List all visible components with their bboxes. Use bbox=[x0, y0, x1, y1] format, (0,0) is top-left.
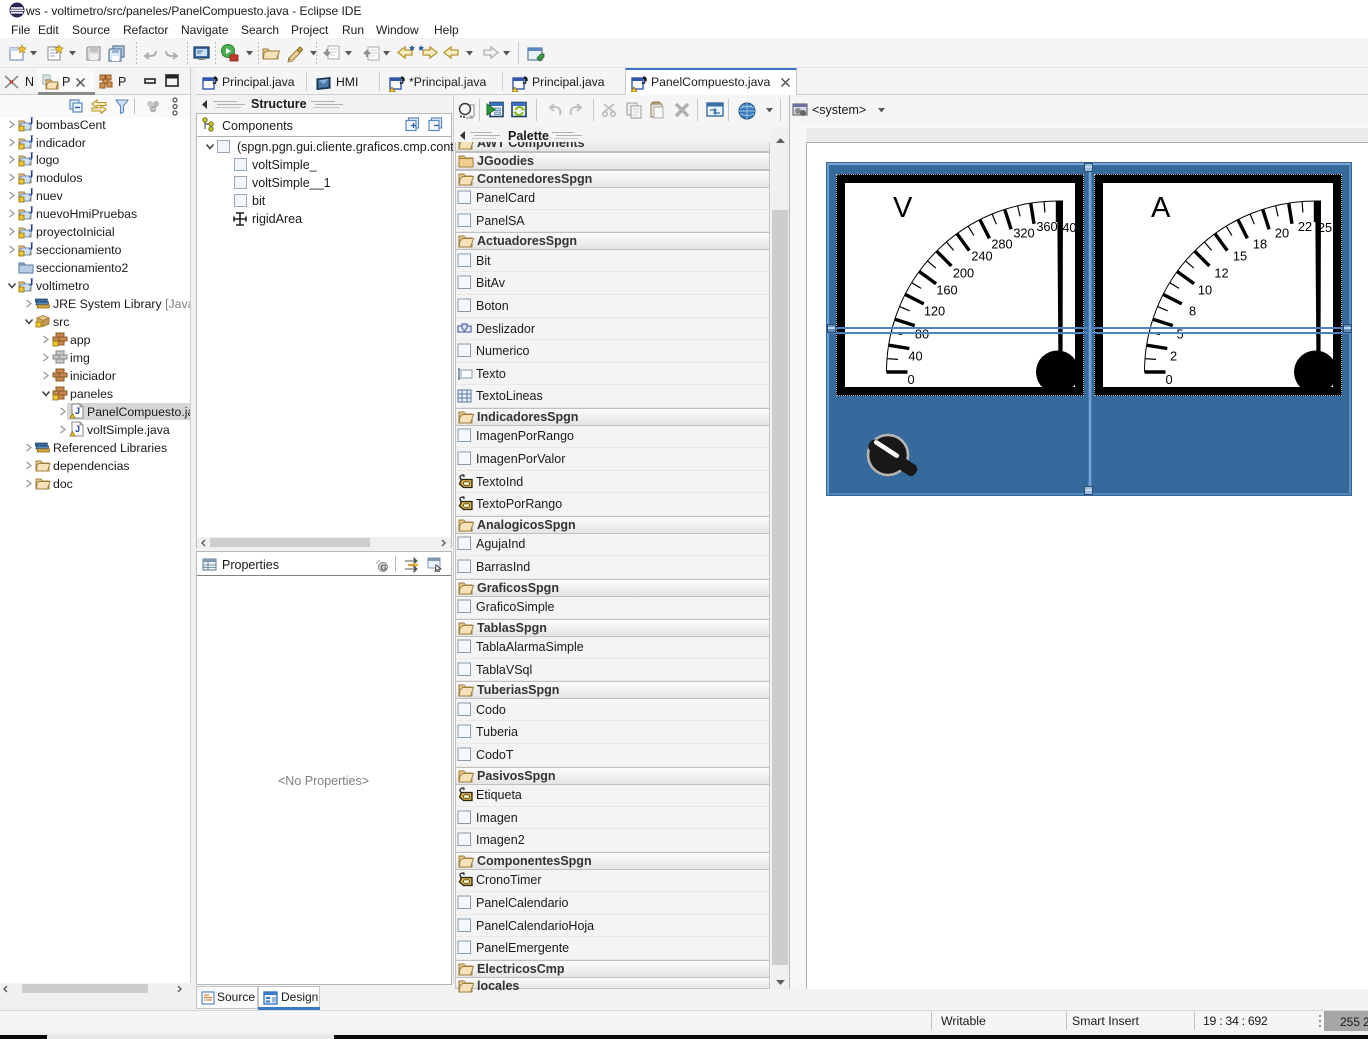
svg-text:J: J bbox=[29, 206, 34, 217]
svg-text:J: J bbox=[400, 77, 404, 86]
svg-text:J: J bbox=[523, 77, 527, 86]
svg-text:J: J bbox=[29, 278, 34, 289]
svg-text:J: J bbox=[29, 135, 34, 146]
svg-text:J: J bbox=[29, 242, 34, 253]
svg-text:J: J bbox=[642, 77, 646, 86]
svg-text:J: J bbox=[29, 188, 34, 199]
svg-text:J: J bbox=[29, 170, 34, 181]
svg-text:J: J bbox=[213, 77, 217, 86]
svg-text:J: J bbox=[29, 117, 34, 128]
svg-text:J: J bbox=[29, 152, 34, 163]
svg-text:G: G bbox=[381, 564, 387, 573]
svg-text:J: J bbox=[75, 406, 80, 416]
svg-text:J: J bbox=[75, 424, 80, 434]
svg-text:J: J bbox=[29, 224, 34, 235]
